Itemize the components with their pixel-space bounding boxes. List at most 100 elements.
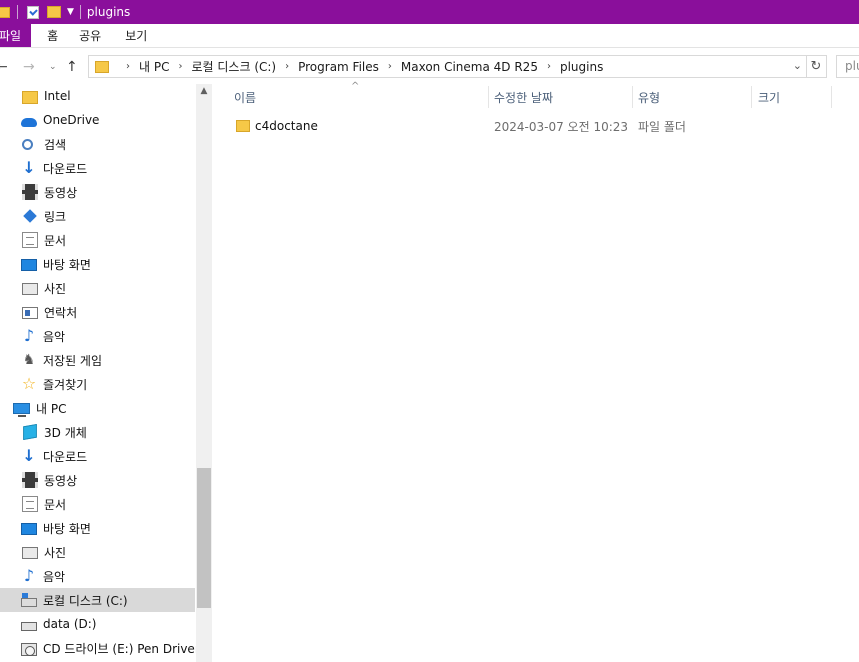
cloud-icon — [21, 117, 37, 127]
contacts-icon — [22, 307, 38, 319]
sidebar-item-label: Intel — [44, 89, 71, 103]
sidebar-item-label: 바탕 화면 — [43, 257, 91, 272]
folder-icon — [22, 90, 38, 104]
navigation-bar: ← → ⌄ ↑ › 내 PC › 로컬 디스크 (C:) › Program Fil… — [0, 50, 859, 84]
toolbar-divider — [17, 5, 18, 19]
sidebar-item-3d-objects[interactable]: 3D 개체 — [0, 420, 195, 444]
quick-access-toolbar: ▼ — [0, 0, 81, 24]
column-divider[interactable] — [632, 86, 633, 108]
sidebar-item-label: 사진 — [44, 281, 67, 296]
breadcrumb-plugins[interactable]: plugins — [560, 60, 603, 74]
sidebar-item-label: 다운로드 — [43, 449, 88, 464]
sidebar-item-pictures[interactable]: 사진 — [0, 276, 195, 300]
column-header-name[interactable]: 이름 — [234, 84, 484, 110]
sidebar-item-search[interactable]: 검색 — [0, 132, 195, 156]
sidebar-item-contacts[interactable]: 연락처 — [0, 300, 195, 324]
sidebar-item-downloads[interactable]: ↓ 다운로드 — [0, 156, 195, 180]
sidebar-scrollbar-thumb[interactable] — [197, 468, 211, 608]
sidebar-item-label: 문서 — [44, 233, 67, 248]
refresh-icon[interactable]: ↻ — [806, 55, 827, 78]
sidebar-item-saved-games[interactable]: ♞ 저장된 게임 — [0, 348, 195, 372]
tab-home[interactable]: 홈 — [36, 24, 69, 47]
sidebar-item-label: 사진 — [44, 545, 67, 560]
sidebar-item-pc-music[interactable]: ♪ 음악 — [0, 564, 195, 588]
search-input[interactable]: plugins 검색 — [836, 55, 859, 78]
table-row[interactable]: c4doctane 2024-03-07 오전 10:23 파일 폴더 — [224, 113, 844, 139]
sidebar-item-documents[interactable]: 문서 — [0, 228, 195, 252]
sidebar-item-pc-documents[interactable]: 문서 — [0, 492, 195, 516]
search-icon — [22, 138, 33, 150]
column-header-modified[interactable]: 수정한 날짜 — [494, 84, 634, 110]
local-disk-icon — [21, 593, 37, 607]
new-folder-icon[interactable] — [47, 6, 61, 18]
chevron-right-icon[interactable]: › — [126, 61, 130, 72]
sidebar-item-label: CD 드라이브 (E:) Pen Driver — [43, 641, 200, 656]
sidebar-item-my-pc[interactable]: 내 PC — [0, 396, 195, 420]
sidebar-item-label: 바탕 화면 — [43, 521, 91, 536]
up-arrow-icon[interactable]: ↑ — [66, 59, 78, 75]
sidebar-item-videos[interactable]: 동영상 — [0, 180, 195, 204]
back-arrow-icon[interactable]: ← — [0, 59, 8, 75]
sidebar-item-pc-videos[interactable]: 동영상 — [0, 468, 195, 492]
chevron-down-icon[interactable]: ⌄ — [793, 59, 802, 72]
sidebar-item-label: 내 PC — [36, 401, 67, 416]
sidebar-item-cd-drive-e[interactable]: CD 드라이브 (E:) Pen Driver — [0, 636, 200, 660]
column-header-size[interactable]: 크기 — [758, 84, 828, 110]
sidebar-item-label: OneDrive — [43, 113, 100, 127]
sidebar-item-label: 동영상 — [44, 473, 78, 488]
column-divider[interactable] — [751, 86, 752, 108]
sidebar-item-favorites[interactable]: ☆ 즐겨찾기 — [0, 372, 195, 396]
chevron-right-icon[interactable]: › — [178, 61, 182, 72]
download-icon: ↓ — [22, 446, 36, 465]
breadcrumb-program-files[interactable]: Program Files — [298, 60, 379, 74]
sidebar-item-label: 음악 — [43, 329, 66, 344]
sidebar-item-local-disk-c[interactable]: 로컬 디스크 (C:) — [0, 588, 195, 612]
column-divider[interactable] — [831, 86, 832, 108]
chevron-down-icon[interactable]: ▼ — [67, 7, 74, 17]
tab-share[interactable]: 공유 — [68, 24, 112, 47]
document-icon — [22, 232, 38, 248]
music-icon: ♪ — [23, 566, 35, 585]
sidebar-item-label: 즐겨찾기 — [43, 377, 88, 392]
sidebar-item-pc-desktop[interactable]: 바탕 화면 — [0, 516, 195, 540]
sidebar-item-label: 음악 — [43, 569, 66, 584]
video-icon — [22, 472, 38, 488]
folder-icon — [236, 120, 250, 132]
chevron-right-icon[interactable]: › — [547, 61, 551, 72]
sidebar-item-onedrive[interactable]: OneDrive — [0, 108, 195, 132]
scroll-up-icon[interactable]: ▲ — [196, 86, 212, 96]
sidebar-item-intel[interactable]: Intel — [0, 84, 195, 108]
forward-arrow-icon[interactable]: → — [23, 59, 35, 75]
window-title: plugins — [86, 5, 131, 19]
link-icon — [23, 209, 37, 223]
file-modified: 2024-03-07 오전 10:23 — [494, 119, 629, 134]
column-divider[interactable] — [488, 86, 489, 108]
sidebar-item-pc-pictures[interactable]: 사진 — [0, 540, 195, 564]
folder-icon — [0, 6, 10, 18]
breadcrumb-local-disk[interactable]: 로컬 디스크 (C:) — [191, 58, 276, 75]
breadcrumb-cinema4d[interactable]: Maxon Cinema 4D R25 — [401, 60, 538, 74]
address-bar[interactable]: › 내 PC › 로컬 디스크 (C:) › Program Files › Maxo… — [88, 55, 807, 78]
file-name-cell: c4doctane — [236, 113, 318, 139]
tab-view[interactable]: 보기 — [114, 24, 158, 47]
sidebar-item-music[interactable]: ♪ 음악 — [0, 324, 195, 348]
pc-icon — [13, 403, 30, 417]
sidebar-item-data-d[interactable]: data (D:) — [0, 612, 195, 636]
breadcrumb-my-pc[interactable]: 내 PC — [139, 58, 169, 75]
sidebar-item-links[interactable]: 링크 — [0, 204, 195, 228]
sidebar-item-label: 로컬 디스크 (C:) — [43, 593, 128, 608]
picture-icon — [22, 283, 38, 295]
sidebar-item-label: 문서 — [44, 497, 67, 512]
properties-icon[interactable] — [27, 5, 39, 19]
sidebar-item-label: 링크 — [44, 209, 67, 224]
download-icon: ↓ — [22, 158, 36, 177]
sidebar-item-label: data (D:) — [43, 617, 97, 631]
recent-locations-icon[interactable]: ⌄ — [49, 62, 57, 72]
sidebar-item-desktop[interactable]: 바탕 화면 — [0, 252, 195, 276]
sidebar-item-pc-downloads[interactable]: ↓ 다운로드 — [0, 444, 195, 468]
chevron-right-icon[interactable]: › — [388, 61, 392, 72]
tab-file[interactable]: 파일 — [0, 24, 32, 47]
chevron-right-icon[interactable]: › — [285, 61, 289, 72]
column-header-type[interactable]: 유형 — [638, 84, 748, 110]
sidebar-item-label: 연락처 — [44, 305, 78, 320]
